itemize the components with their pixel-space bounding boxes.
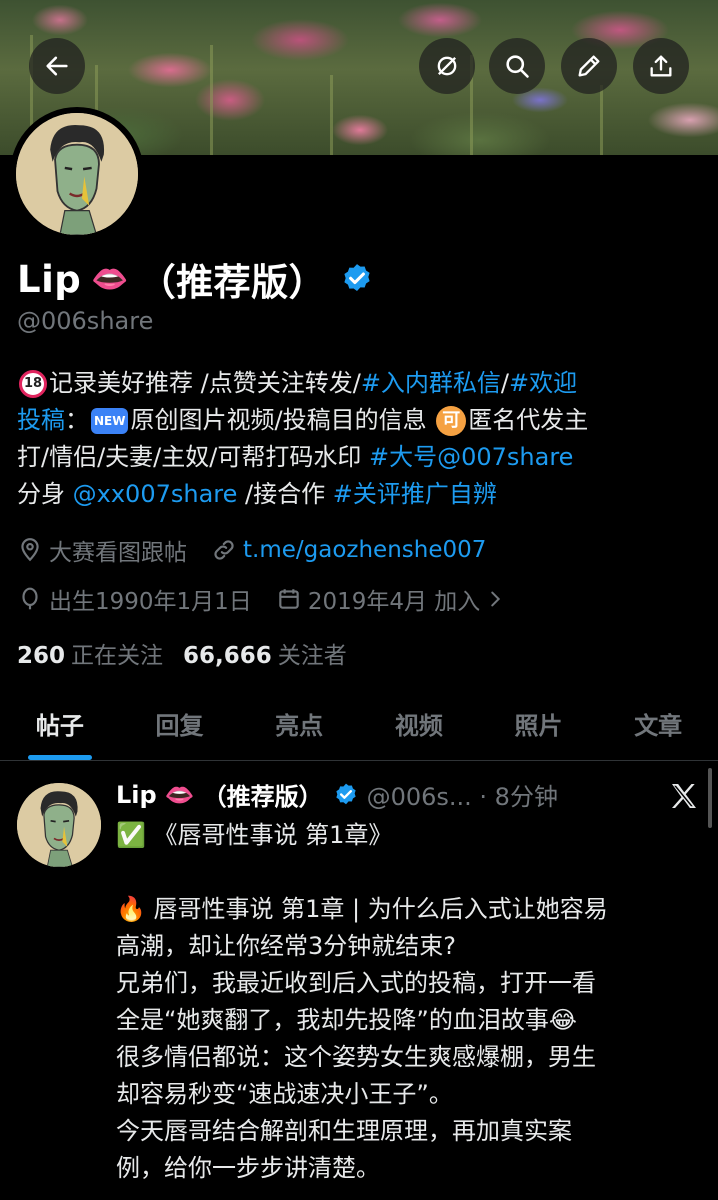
hashtag-link[interactable]: #大号@007share — [369, 443, 573, 471]
tweet-line: 全是“她爽翻了，我却先投降”的血泪故事😂 — [116, 1006, 577, 1034]
hashtag-link[interactable]: #入内群私信 — [361, 369, 501, 397]
bio-line-1: 18 记录美好推荐 /点赞关注转发/#入内群私信/#欢迎 — [17, 365, 707, 402]
tweet-avatar[interactable] — [17, 783, 101, 867]
profile-handle: @006share — [17, 307, 154, 335]
profile-website-link[interactable]: t.me/gaozhenshe007 — [243, 537, 486, 563]
followers-label: 关注者 — [277, 643, 347, 669]
profile-meta-row-1: 大赛看图跟帖 t.me/gaozhenshe007 — [17, 533, 486, 567]
following-link[interactable]: 260 正在关注 — [17, 636, 163, 670]
profile-follow-stats: 260 正在关注 66,666 关注者 — [17, 636, 367, 670]
share-icon — [650, 55, 672, 77]
bio-line-4: 分身 @xx007share /接合作 #关评推广自辨 — [17, 480, 497, 508]
lips-emoji: 👄 — [164, 780, 195, 809]
share-button[interactable] — [633, 38, 689, 94]
chevron-right-icon[interactable] — [484, 588, 506, 610]
profile-meta-row-2: 出生1990年1月1日 2019年4月 加入 — [17, 582, 512, 616]
tab-highlights[interactable]: 亮点 — [239, 698, 359, 760]
tweet-line: 例，给你一步步讲清楚。 — [116, 1154, 380, 1182]
hashtag-link[interactable]: 投稿 — [17, 406, 65, 434]
profile-joined-date[interactable]: 2019年4月 加入 — [308, 582, 480, 616]
tab-videos[interactable]: 视频 — [359, 698, 479, 760]
edit-icon — [578, 55, 600, 77]
tweet-author-suffix[interactable]: （推荐版） — [203, 777, 323, 812]
location-icon — [21, 538, 39, 562]
mute-button[interactable] — [419, 38, 475, 94]
no-under-18-icon: 18 — [19, 370, 47, 398]
balloon-icon — [22, 587, 38, 610]
verified-badge-icon — [335, 783, 356, 804]
profile-name-row: Lip 👄 （推荐版） — [17, 252, 374, 306]
avatar-image — [16, 113, 138, 235]
followers-count: 66,666 — [183, 643, 272, 669]
lips-emoji: 👄 — [91, 261, 129, 297]
profile-location: 大赛看图跟帖 — [49, 540, 187, 566]
following-count: 260 — [17, 643, 66, 669]
bio-line-2: 投稿： NEW 原创图片视频/投稿目的信息 可匿名代发主 — [17, 406, 589, 436]
mute-icon — [437, 56, 457, 76]
calendar-icon — [279, 589, 299, 609]
tab-photos[interactable]: 照片 — [479, 698, 599, 760]
profile-name-suffix: （推荐版） — [138, 261, 327, 304]
profile-name: Lip — [17, 257, 82, 301]
verified-badge-icon[interactable] — [340, 262, 374, 296]
profile-birthday: 出生1990年1月1日 — [49, 589, 252, 615]
tab-posts[interactable]: 帖子 — [0, 698, 120, 760]
scrollbar[interactable] — [708, 768, 712, 828]
tweet-line: 很多情侣都说：这个姿势女生爽感爆棚，男生 — [116, 1043, 596, 1071]
tweet-line: 🔥 唇哥性事说 第1章 | 为什么后入式让她容易 — [116, 895, 608, 923]
tab-articles[interactable]: 文章 — [598, 698, 718, 760]
bio-line-3: 打/情侣/夫妻/主奴/可帮打码水印 #大号@007share — [17, 443, 574, 471]
link-icon — [214, 540, 234, 560]
tweet-line: 却容易秒变“速战速决小王子”。 — [116, 1080, 453, 1108]
profile-bio: 18 记录美好推荐 /点赞关注转发/#入内群私信/#欢迎 投稿： NEW 原创图片视频… — [17, 365, 707, 513]
profile-avatar[interactable] — [10, 107, 144, 241]
hashtag-link[interactable]: #欢迎 — [509, 369, 577, 397]
tweet-line: 今天唇哥结合解剖和生理原理，再加真实案 — [116, 1117, 572, 1145]
search-icon — [506, 55, 529, 78]
back-button[interactable] — [29, 38, 85, 94]
edit-button[interactable] — [561, 38, 617, 94]
mention-link[interactable]: @xx007share — [73, 480, 238, 508]
hashtag-link[interactable]: #关评推广自辨 — [333, 480, 497, 508]
tweet-author-name[interactable]: Lip — [116, 781, 157, 809]
tweet-text[interactable]: ✅ 《唇哥性事说 第1章》 🔥 唇哥性事说 第1章 | 为什么后入式让她容易 高… — [116, 817, 701, 1187]
following-label: 正在关注 — [71, 643, 164, 669]
tweet-line: ✅ 《唇哥性事说 第1章》 — [116, 821, 393, 849]
tab-replies[interactable]: 回复 — [120, 698, 240, 760]
arrow-left-icon — [46, 56, 68, 76]
followers-link[interactable]: 66,666 关注者 — [183, 636, 347, 670]
tweet-line: 高潮，却让你经常3分钟就结束? — [116, 932, 457, 960]
new-emoji-icon: NEW — [91, 408, 129, 434]
tweet-handle-time: @006s... · 8分钟 — [366, 783, 558, 811]
x-logo-icon[interactable] — [668, 780, 700, 812]
tweet-header: Lip 👄 （推荐版） @006s... · 8分钟 — [116, 777, 558, 812]
profile-tabs: 帖子 回复 亮点 视频 照片 文章 — [0, 698, 718, 761]
ke-emoji-icon: 可 — [436, 406, 467, 436]
search-button[interactable] — [489, 38, 545, 94]
tweet-line: 兄弟们，我最近收到后入式的投稿，打开一看 — [116, 969, 596, 997]
